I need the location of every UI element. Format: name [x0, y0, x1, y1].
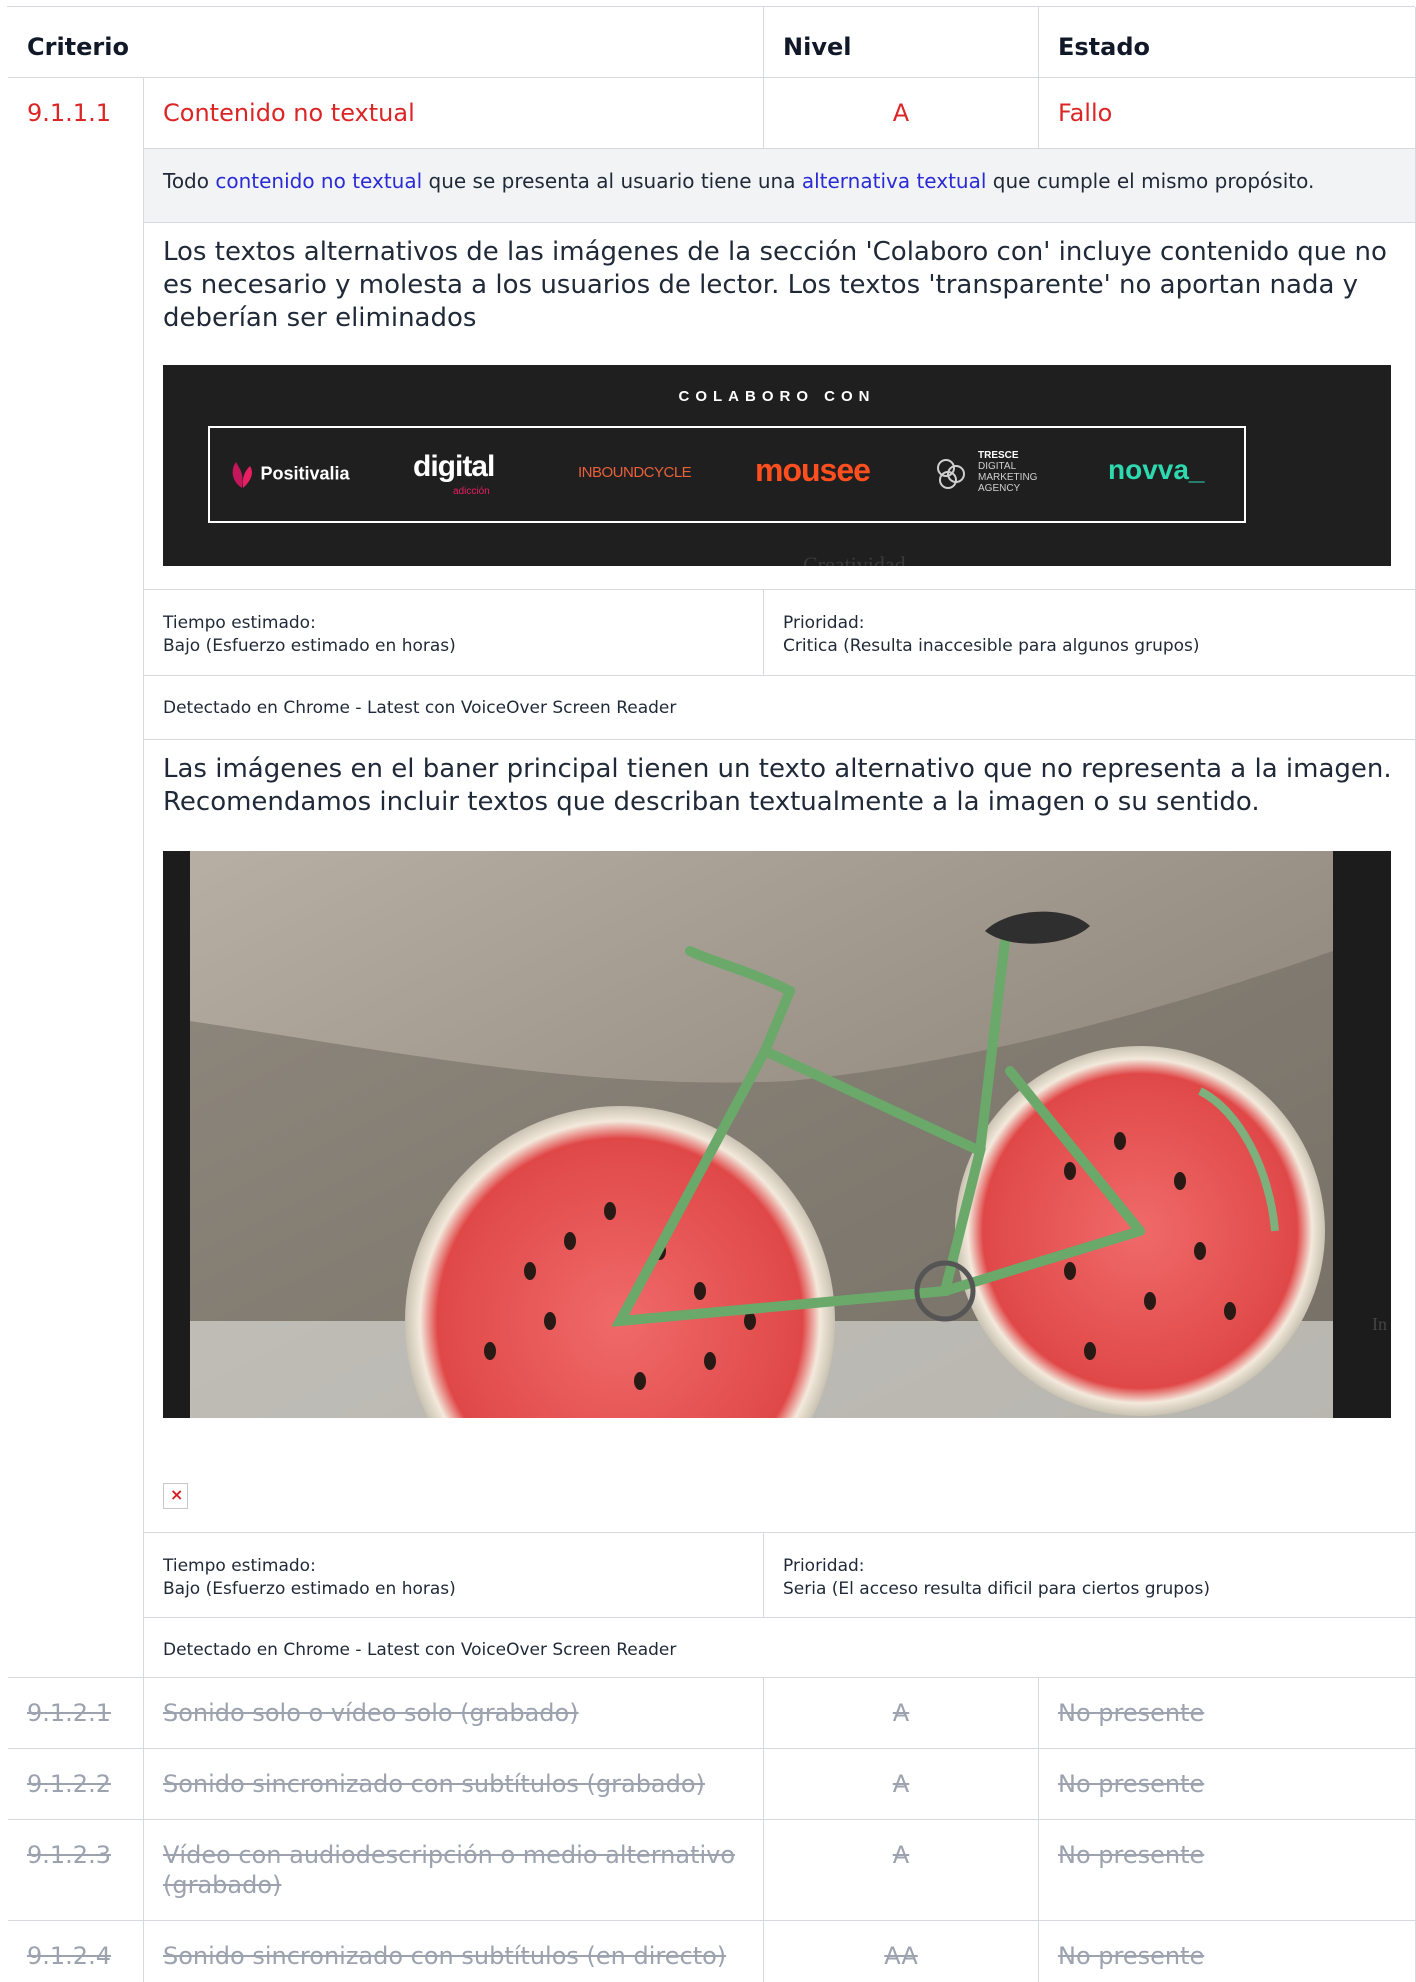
header-criterio: Criterio — [8, 7, 764, 78]
positivalia-text: Positivalia — [260, 463, 350, 484]
tresce-line: DIGITAL — [978, 461, 1017, 472]
detected-in: Detectado en Chrome - Latest con VoiceOv… — [144, 1618, 1416, 1678]
issue-detected-row: Detectado en Chrome - Latest con VoiceOv… — [8, 676, 1416, 740]
issue-meta-row: Tiempo estimado: Bajo (Esfuerzo estimado… — [8, 1533, 1416, 1618]
priority-value: Critica (Resulta inaccesible para alguno… — [783, 636, 1200, 656]
estimated-time-value: Bajo (Esfuerzo estimado en horas) — [163, 1579, 456, 1599]
link-alternativa-textual[interactable]: alternativa textual — [802, 169, 987, 193]
description-text: que se presenta al usuario tiene una — [422, 169, 802, 193]
banner-ghost-text: Creatividad — [803, 552, 906, 566]
criteria-table: Criterio Nivel Estado 9.1.1.1 Contenido … — [7, 6, 1416, 1982]
digital-text: digital — [413, 450, 495, 483]
criterion-id: 9.1.2.1 — [8, 1678, 144, 1749]
criterion-name: Sonido sincronizado con subtítulos (grab… — [144, 1749, 764, 1820]
criterion-description: Todo contenido no textual que se present… — [144, 149, 1416, 223]
priority-label: Prioridad: — [783, 1556, 865, 1576]
issue-detected-row: Detectado en Chrome - Latest con VoiceOv… — [8, 1618, 1416, 1678]
photo-ghost-text: In — [1372, 1314, 1387, 1334]
description-text: Todo — [163, 169, 216, 193]
criterion-state: No presente — [1039, 1749, 1416, 1820]
priority: Prioridad: Seria (El acceso resulta difi… — [764, 1533, 1416, 1618]
criterion-level: A — [764, 1678, 1039, 1749]
criterion-name: Sonido sincronizado con subtítulos (en d… — [144, 1921, 764, 1982]
criterion-id: 9.1.2.2 — [8, 1749, 144, 1820]
criterion-level: A — [764, 1820, 1039, 1921]
criterion-state: Fallo — [1039, 78, 1416, 149]
tresce-line: AGENCY — [978, 483, 1021, 494]
table-row: 9.1.2.1 Sonido solo o vídeo solo (grabad… — [8, 1678, 1416, 1749]
banner-title: COLABORO CON — [678, 388, 876, 405]
positivalia-logo: Positivalia — [230, 458, 350, 490]
detected-in: Detectado en Chrome - Latest con VoiceOv… — [144, 676, 1416, 740]
issue-text: Los textos alternativos de las imágenes … — [163, 237, 1387, 333]
table-row: Contenido no textual A Fallo — [8, 78, 1416, 149]
adiccion-text: adicción — [453, 486, 490, 497]
estimated-time: Tiempo estimado: Bajo (Esfuerzo estimado… — [144, 1533, 764, 1618]
priority: Prioridad: Critica (Resulta inaccesible … — [764, 590, 1416, 676]
criterion-level: AA — [764, 1921, 1039, 1982]
description-text: que cumple el mismo propósito. — [986, 169, 1315, 193]
header-nivel: Nivel — [764, 7, 1039, 78]
header-estado: Estado — [1039, 7, 1416, 78]
criterion-id: 9.1.2.3 — [8, 1820, 144, 1921]
logos-box: Positivalia digital adicción INBOUNDCYCL… — [208, 426, 1246, 523]
table-row: 9.1.2.3 Vídeo con audiodescripción o med… — [8, 1820, 1416, 1921]
bicycle-watermelon-image: In — [163, 851, 1391, 1418]
issue-text: Las imágenes en el baner principal tiene… — [163, 754, 1392, 817]
estimated-time-label: Tiempo estimado: — [163, 1556, 316, 1576]
criterion-state: No presente — [1039, 1678, 1416, 1749]
criterion-id: 9.1.1.1 — [8, 78, 144, 1678]
inboundcycle-logo: INBOUNDCYCLE — [578, 464, 692, 481]
tresce-line: MARKETING — [978, 472, 1038, 483]
criterion-description-row: Todo contenido no textual que se present… — [8, 149, 1416, 223]
issue-meta-row: Tiempo estimado: Bajo (Esfuerzo estimado… — [8, 590, 1416, 676]
criterion-state: No presente — [1039, 1820, 1416, 1921]
bicycle-photo-illustration — [190, 851, 1333, 1418]
digital-logo: digital adicción — [413, 450, 495, 497]
estimated-time: Tiempo estimado: Bajo (Esfuerzo estimado… — [144, 590, 764, 676]
colaboro-banner-image: COLABORO CON Positivalia digital adicció… — [163, 365, 1391, 566]
novva-logo: novva_ — [1108, 454, 1205, 485]
tresce-text: TRESCE — [978, 450, 1019, 461]
broken-image-icon: × — [163, 1483, 188, 1509]
criterion-level: A — [764, 1749, 1039, 1820]
link-contenido-no-textual[interactable]: contenido no textual — [215, 169, 422, 193]
table-row: 9.1.2.2 Sonido sincronizado con subtítul… — [8, 1749, 1416, 1820]
mousee-logo: mousee — [755, 452, 871, 488]
table-row: 9.1.2.4 Sonido sincronizado con subtítul… — [8, 1921, 1416, 1982]
criterion-state: No presente — [1039, 1921, 1416, 1982]
estimated-time-value: Bajo (Esfuerzo estimado en horas) — [163, 636, 456, 656]
criterion-name: Vídeo con audiodescripción o medio alter… — [144, 1820, 764, 1921]
estimated-time-label: Tiempo estimado: — [163, 613, 316, 633]
table-header: Criterio Nivel Estado — [8, 7, 1416, 78]
criterion-level: A — [764, 78, 1039, 149]
broken-image-glyph: × — [170, 1485, 184, 1504]
priority-label: Prioridad: — [783, 613, 865, 633]
priority-value: Seria (El acceso resulta dificil para ci… — [783, 1579, 1210, 1599]
criterion-id: 9.1.2.4 — [8, 1921, 144, 1982]
criterion-name: Sonido solo o vídeo solo (grabado) — [144, 1678, 764, 1749]
criterion-name: Contenido no textual — [144, 78, 764, 149]
tresce-subtext: DIGITAL MARKETING AGENCY — [978, 461, 1037, 494]
